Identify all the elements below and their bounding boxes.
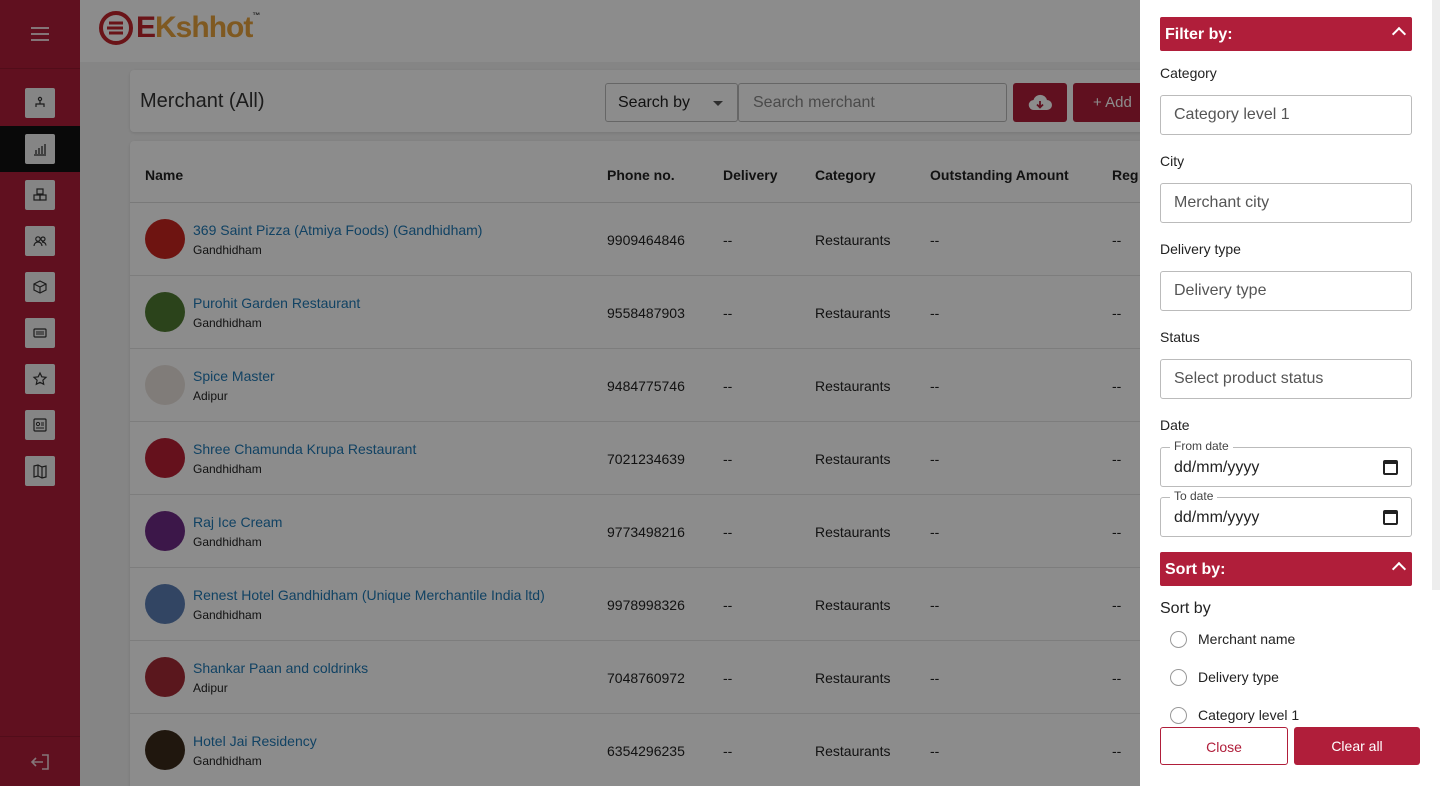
close-button[interactable]: Close bbox=[1160, 727, 1288, 765]
from-date-input[interactable]: From date dd/mm/yyyy bbox=[1160, 439, 1412, 487]
date-label: Date bbox=[1160, 417, 1190, 433]
category-select[interactable]: Category level 1 bbox=[1160, 95, 1412, 135]
filter-panel: Filter by: Category Category level 1 Cit… bbox=[1140, 0, 1440, 786]
calendar-icon[interactable] bbox=[1383, 510, 1398, 525]
sort-by-label: Sort by bbox=[1160, 600, 1211, 617]
sort-radio-category-level-1[interactable] bbox=[1170, 707, 1187, 724]
to-date-label: To date bbox=[1170, 489, 1218, 503]
status-select[interactable]: Select product status bbox=[1160, 359, 1412, 399]
sort-option-label: Category level 1 bbox=[1198, 707, 1300, 723]
city-label: City bbox=[1160, 153, 1185, 169]
sort-by-header[interactable]: Sort by: bbox=[1160, 552, 1412, 586]
panel-scrollbar[interactable] bbox=[1432, 0, 1440, 590]
sort-option-label: Merchant name bbox=[1198, 631, 1296, 647]
category-label: Category bbox=[1160, 65, 1217, 81]
status-label: Status bbox=[1160, 329, 1200, 345]
sort-option-label: Delivery type bbox=[1198, 669, 1279, 685]
city-select[interactable]: Merchant city bbox=[1160, 183, 1412, 223]
from-date-value: dd/mm/yyyy bbox=[1174, 459, 1260, 476]
sort-radio-merchant-name[interactable] bbox=[1170, 631, 1187, 648]
to-date-value: dd/mm/yyyy bbox=[1174, 509, 1260, 526]
clear-all-button[interactable]: Clear all bbox=[1294, 727, 1420, 765]
modal-backdrop[interactable] bbox=[0, 0, 1140, 786]
delivery-type-select[interactable]: Delivery type bbox=[1160, 271, 1412, 311]
sort-radio-delivery-type[interactable] bbox=[1170, 669, 1187, 686]
filter-by-header[interactable]: Filter by: bbox=[1160, 17, 1412, 51]
chevron-up-icon bbox=[1391, 26, 1407, 42]
calendar-icon[interactable] bbox=[1383, 460, 1398, 475]
delivery-type-label: Delivery type bbox=[1160, 241, 1241, 257]
to-date-input[interactable]: To date dd/mm/yyyy bbox=[1160, 489, 1412, 537]
chevron-up-icon bbox=[1391, 561, 1407, 577]
from-date-label: From date bbox=[1170, 439, 1233, 453]
